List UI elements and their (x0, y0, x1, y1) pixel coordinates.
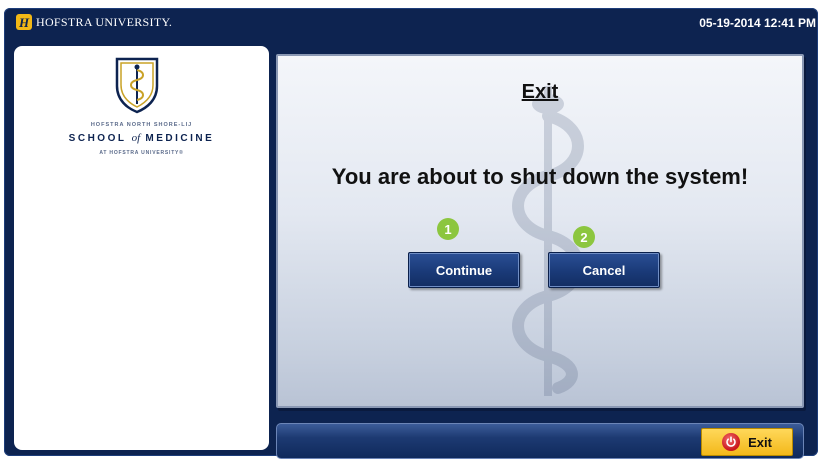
school-name-top: HOFSTRA NORTH SHORE-LIJ (90, 122, 193, 128)
hofstra-logo: H HOFSTRA UNIVERSITY. (16, 14, 172, 30)
cancel-button[interactable]: Cancel (548, 252, 660, 288)
hofstra-logo-icon: H (16, 14, 32, 30)
dialog-title: Exit (521, 81, 559, 103)
power-icon (722, 433, 741, 451)
top-bar: H HOFSTRA UNIVERSITY. 05-19-2014 12:41 P… (4, 8, 818, 38)
step-badge-1: 1 (437, 218, 459, 240)
datetime: 05-19-2014 12:41 PM (699, 16, 816, 30)
dialog-message: You are about to shut down the system! (331, 164, 749, 189)
app-frame: H HOFSTRA UNIVERSITY. 05-19-2014 12:41 P… (4, 8, 818, 459)
power-symbol-icon (726, 436, 736, 447)
exit-button[interactable]: Exit (701, 428, 793, 456)
sidebar-panel: HOFSTRA NORTH SHORE-LIJ SCHOOL of MEDICI… (14, 46, 269, 450)
school-crest-icon (115, 57, 159, 114)
bottom-bar: Exit (276, 423, 804, 459)
step-badge-2: 2 (573, 226, 595, 248)
brand-name: HOFSTRA UNIVERSITY. (36, 14, 173, 29)
school-name-main: SCHOOL of MEDICINE (68, 132, 215, 144)
exit-dialog: Exit You are about to shut down the syst… (276, 54, 804, 408)
school-name-bottom: AT HOFSTRA UNIVERSITY® (99, 150, 184, 156)
continue-button[interactable]: Continue (408, 252, 520, 288)
exit-button-label: Exit (748, 434, 772, 450)
